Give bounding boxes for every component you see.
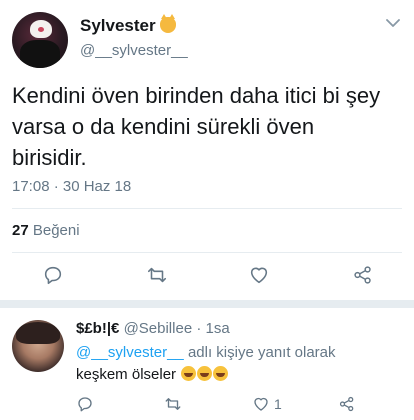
share-icon[interactable]	[352, 264, 376, 288]
display-name-text: Sylvester	[80, 16, 156, 35]
reply-context-label: adlı kişiye yanıt olarak	[187, 344, 336, 361]
avatar-cat-nose	[38, 27, 44, 32]
divider	[12, 208, 402, 209]
avatar-hair	[16, 322, 60, 344]
retweet-icon[interactable]	[164, 394, 182, 414]
reply-handle[interactable]: @Sebillee	[124, 320, 193, 337]
likes-label: Beğeni	[32, 222, 80, 239]
chevron-down-icon[interactable]	[386, 18, 400, 28]
like-count: 1	[274, 396, 282, 412]
like-icon	[254, 397, 268, 411]
share-icon[interactable]	[338, 394, 356, 414]
display-name[interactable]: Sylvester	[80, 14, 176, 36]
reply-context: @__sylvester__ adlı kişiye yanıt olarak	[76, 344, 336, 361]
like-button[interactable]: 1	[252, 394, 282, 414]
avatar[interactable]	[12, 320, 64, 372]
reply-text: keşkem ölseler	[76, 366, 229, 383]
tweet-text: Kendini öven birinden daha itici bi şey …	[12, 83, 381, 170]
like-icon[interactable]	[248, 264, 272, 288]
reply-display-name[interactable]: $£b!|€	[76, 320, 119, 337]
section-separator	[0, 300, 414, 308]
tears-of-joy-emoji-icon	[213, 366, 229, 381]
reply-icon[interactable]	[76, 394, 94, 414]
avatar-figure	[20, 40, 60, 68]
reply-header: $£b!|€ @Sebillee · 1sa	[76, 320, 230, 337]
tweet-timestamp[interactable]: 17:08 · 30 Haz 18	[12, 178, 131, 195]
reply-icon[interactable]	[42, 264, 66, 288]
tweet-actions	[0, 264, 414, 292]
mention-link[interactable]: @__sylvester__	[76, 344, 184, 361]
reply-actions: 1	[0, 394, 414, 416]
user-handle[interactable]: @__sylvester__	[80, 42, 188, 59]
cat-face-emoji-icon	[159, 14, 176, 33]
likes-count-number: 27	[12, 222, 29, 239]
likes-count[interactable]: 27 Beğeni	[12, 222, 80, 239]
retweet-icon[interactable]	[146, 264, 170, 288]
divider	[12, 252, 402, 253]
reply-tweet[interactable]: $£b!|€ @Sebillee · 1sa @__sylvester__ ad…	[0, 308, 414, 420]
tears-of-joy-emoji-icon	[181, 366, 197, 381]
avatar[interactable]	[12, 12, 68, 68]
reply-time: · 1sa	[196, 320, 230, 337]
tears-of-joy-emoji-icon	[197, 366, 213, 381]
reply-text-content: keşkem ölseler	[76, 366, 177, 383]
main-tweet: Sylvester @__sylvester__ Kendini öven bi…	[0, 0, 414, 300]
